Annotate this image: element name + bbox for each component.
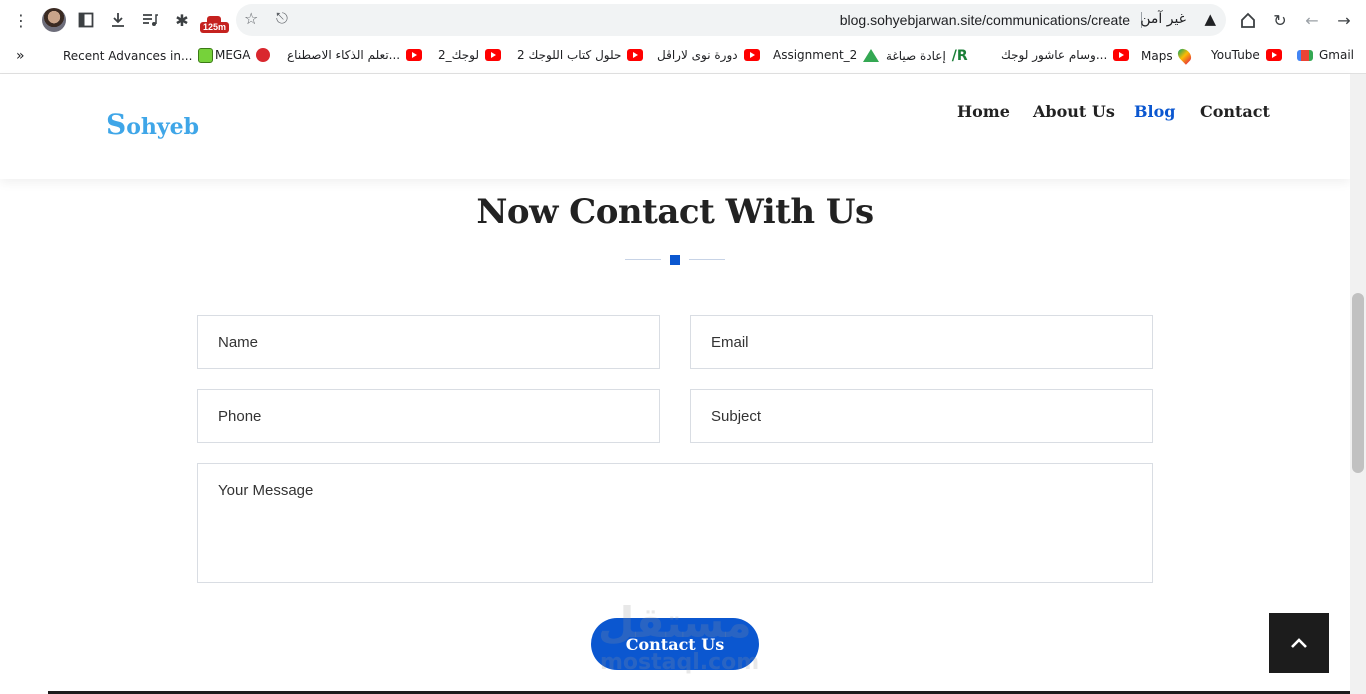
side-panel-icon[interactable]: [74, 8, 98, 32]
watermark-logo: مستقل: [598, 598, 752, 647]
maps-icon: [1174, 46, 1194, 65]
youtube-icon: [485, 49, 502, 61]
bookmark-item[interactable]: Recent Advances in...: [63, 48, 214, 63]
email-field[interactable]: [690, 315, 1153, 369]
browser-toolbar: ⋮ ✱ 125m ☆ ⎋ blog.sohyebjarwan.site/comm…: [0, 0, 1366, 40]
mega-icon: [256, 48, 271, 62]
pr-icon: /R: [951, 48, 968, 64]
security-label[interactable]: غير آمن: [1140, 11, 1186, 27]
profile-avatar[interactable]: [42, 8, 66, 32]
name-field[interactable]: [197, 315, 660, 369]
bookmark-star-icon[interactable]: ☆: [244, 9, 258, 28]
site-logo[interactable]: Sohyeb: [106, 108, 199, 141]
title-divider-right: [689, 259, 725, 260]
extensions-puzzle-icon[interactable]: ✱: [170, 8, 194, 32]
nav-home[interactable]: Home: [957, 102, 1010, 121]
subject-field[interactable]: [690, 389, 1153, 443]
section-title: Now Contact With Us: [476, 192, 874, 232]
youtube-icon: [1113, 49, 1130, 61]
nav-about-us[interactable]: About Us: [1033, 102, 1115, 121]
scrollbar-thumb[interactable]: [1352, 293, 1364, 473]
forward-arrow-icon[interactable]: →: [1332, 8, 1356, 32]
bookmark-item[interactable]: لوجك_2: [438, 48, 502, 62]
bookmark-item[interactable]: حلول كتاب اللوجك 2: [517, 48, 644, 62]
gmail-icon: [1297, 49, 1313, 61]
bookmark-item[interactable]: دورة نوى لاراڤل: [657, 48, 760, 62]
bookmark-item[interactable]: وسام عاشور لوجك...: [1001, 48, 1130, 62]
reload-icon[interactable]: ↻: [1268, 8, 1292, 32]
smiley-icon: [198, 48, 214, 63]
media-queue-icon[interactable]: [138, 8, 162, 32]
watermark-domain: mostaql.com: [600, 650, 760, 675]
bookmark-item[interactable]: Gmail: [1297, 48, 1354, 62]
bookmarks-bar: » Gmail YouTube Maps وسام عاشور لوجك... …: [0, 40, 1366, 74]
nav-contact[interactable]: Contact: [1200, 102, 1270, 121]
back-arrow-icon[interactable]: ←: [1300, 8, 1324, 32]
scroll-to-top-button[interactable]: [1269, 613, 1329, 673]
title-divider-square: [670, 255, 680, 265]
address-bar[interactable]: ☆ ⎋ blog.sohyebjarwan.site/communication…: [236, 4, 1226, 36]
bookmark-item[interactable]: Assignment_2: [773, 48, 880, 62]
youtube-icon: [406, 49, 423, 61]
warning-icon[interactable]: ▲: [1204, 10, 1216, 28]
site-header: Sohyeb Home About Us Blog Contact: [0, 74, 1350, 179]
youtube-icon: [627, 49, 644, 61]
bookmark-item[interactable]: Maps: [1141, 46, 1194, 65]
title-divider-left: [625, 259, 661, 260]
youtube-icon: [1265, 49, 1282, 61]
nav-blog[interactable]: Blog: [1134, 102, 1175, 121]
message-field[interactable]: [197, 463, 1153, 583]
home-icon[interactable]: [1236, 8, 1260, 32]
download-icon[interactable]: [106, 8, 130, 32]
url-text[interactable]: blog.sohyebjarwan.site/communications/cr…: [840, 12, 1130, 28]
drive-icon: [863, 48, 880, 62]
share-icon[interactable]: ⎋: [276, 9, 288, 27]
bookmark-item[interactable]: /R إعادة صياغة: [886, 48, 968, 64]
bookmark-item[interactable]: YouTube: [1211, 48, 1282, 62]
extension-badge: 125m: [200, 22, 230, 33]
youtube-icon: [743, 49, 760, 61]
bookmark-item[interactable]: MEGA: [215, 48, 271, 62]
more-bookmarks-button[interactable]: »: [16, 48, 25, 64]
phone-field[interactable]: [197, 389, 660, 443]
chevron-up-icon: [1291, 638, 1307, 648]
bookmark-item[interactable]: تعلم الذكاء الاصطناع...: [287, 48, 423, 62]
menu-kebab-icon[interactable]: ⋮: [9, 8, 33, 32]
